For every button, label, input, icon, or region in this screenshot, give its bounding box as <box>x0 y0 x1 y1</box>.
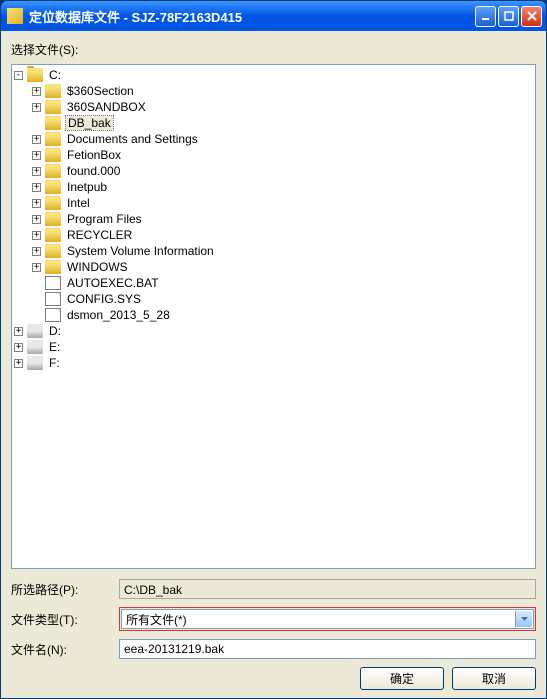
selected-path-display: C:\DB_bak <box>119 579 536 599</box>
tree-node-label: DB_bak <box>65 115 114 131</box>
tree-node-label: CONFIG.SYS <box>65 292 143 306</box>
tree-node[interactable]: + WINDOWS <box>32 259 533 275</box>
drive-icon <box>27 340 43 354</box>
file-icon <box>45 308 61 322</box>
expand-icon[interactable]: + <box>14 327 23 336</box>
tree-node[interactable]: + found.000 <box>32 163 533 179</box>
titlebar: 定位数据库文件 - SJZ-78F2163D415 <box>1 1 546 31</box>
folder-tree[interactable]: - C: +$360Section+360SANDBOX+DB_bak+Docu… <box>11 64 536 569</box>
tree-node-label: Inetpub <box>65 180 109 194</box>
tree-drive-e[interactable]: + E: <box>14 339 533 355</box>
expand-icon[interactable]: + <box>14 359 23 368</box>
dropdown-button[interactable] <box>515 611 532 627</box>
tree-node[interactable]: +CONFIG.SYS <box>32 291 533 307</box>
expand-icon[interactable]: + <box>32 183 41 192</box>
file-name-input[interactable] <box>119 639 536 659</box>
tree-node-label: WINDOWS <box>65 260 130 274</box>
select-file-label: 选择文件(S): <box>11 41 536 58</box>
close-button[interactable] <box>521 6 542 27</box>
tree-drive-c[interactable]: - C: <box>14 67 533 83</box>
tree-node[interactable]: + System Volume Information <box>32 243 533 259</box>
tree-node[interactable]: + RECYCLER <box>32 227 533 243</box>
tree-node-label: C: <box>47 68 63 82</box>
ok-button[interactable]: 确定 <box>360 667 444 690</box>
expand-icon[interactable]: + <box>32 135 41 144</box>
folder-icon <box>45 100 61 114</box>
tree-node-label: E: <box>47 340 62 354</box>
client-area: 选择文件(S): - C: +$360Section+360SANDBOX+DB… <box>1 31 546 698</box>
expand-icon[interactable]: + <box>14 343 23 352</box>
tree-node-label: found.000 <box>65 164 122 178</box>
tree-node-label: FetionBox <box>65 148 123 162</box>
tree-node-label: Intel <box>65 196 92 210</box>
file-icon <box>45 276 61 290</box>
tree-node[interactable]: + Intel <box>32 195 533 211</box>
tree-drive-d[interactable]: + D: <box>14 323 533 339</box>
expand-icon[interactable]: + <box>32 199 41 208</box>
cancel-button[interactable]: 取消 <box>452 667 536 690</box>
expand-icon[interactable]: + <box>32 263 41 272</box>
tree-node[interactable]: +dsmon_2013_5_28 <box>32 307 533 323</box>
tree-node[interactable]: + Inetpub <box>32 179 533 195</box>
chevron-down-icon <box>521 617 528 621</box>
tree-node-label: System Volume Information <box>65 244 216 258</box>
folder-icon <box>45 84 61 98</box>
file-type-value: 所有文件(*) <box>126 611 187 628</box>
folder-icon <box>45 196 61 210</box>
folder-icon <box>45 260 61 274</box>
tree-node-label: Documents and Settings <box>65 132 200 146</box>
titlebar-buttons <box>475 6 542 27</box>
window-title: 定位数据库文件 - SJZ-78F2163D415 <box>29 7 475 26</box>
app-icon <box>7 8 23 24</box>
expand-icon[interactable]: + <box>32 103 41 112</box>
tree-node-label: F: <box>47 356 62 370</box>
folder-icon <box>45 212 61 226</box>
tree-node-label: D: <box>47 324 63 338</box>
folder-icon <box>45 116 61 130</box>
tree-drive-f[interactable]: + F: <box>14 355 533 371</box>
drive-icon <box>27 324 43 338</box>
tree-node-label: $360Section <box>65 84 136 98</box>
tree-node[interactable]: + FetionBox <box>32 147 533 163</box>
expand-icon[interactable]: + <box>32 87 41 96</box>
dialog-window: 定位数据库文件 - SJZ-78F2163D415 选择文件(S): - C: … <box>0 0 547 699</box>
file-type-select[interactable]: 所有文件(*) <box>121 609 534 629</box>
selected-path-label: 所选路径(P): <box>11 581 119 598</box>
folder-icon <box>45 180 61 194</box>
expand-icon[interactable]: + <box>32 151 41 160</box>
tree-node[interactable]: +AUTOEXEC.BAT <box>32 275 533 291</box>
expand-icon[interactable]: + <box>32 167 41 176</box>
tree-node[interactable]: + Documents and Settings <box>32 131 533 147</box>
folder-icon <box>45 164 61 178</box>
file-type-label: 文件类型(T): <box>11 611 119 628</box>
minimize-button[interactable] <box>475 6 496 27</box>
tree-node-label: Program Files <box>65 212 144 226</box>
tree-node-label: AUTOEXEC.BAT <box>65 276 161 290</box>
maximize-button[interactable] <box>498 6 519 27</box>
form-area: 所选路径(P): C:\DB_bak 文件类型(T): 所有文件(*) 文件名(… <box>11 579 536 690</box>
folder-icon <box>45 148 61 162</box>
tree-node[interactable]: + Program Files <box>32 211 533 227</box>
file-icon <box>45 292 61 306</box>
expand-icon[interactable]: + <box>32 247 41 256</box>
tree-node-label: dsmon_2013_5_28 <box>65 308 172 322</box>
tree-node-label: RECYCLER <box>65 228 134 242</box>
folder-icon <box>45 228 61 242</box>
folder-icon <box>45 132 61 146</box>
collapse-icon[interactable]: - <box>14 71 23 80</box>
expand-icon[interactable]: + <box>32 215 41 224</box>
folder-icon <box>45 244 61 258</box>
drive-icon <box>27 356 43 370</box>
tree-node[interactable]: +360SANDBOX <box>32 99 533 115</box>
file-type-highlight: 所有文件(*) <box>119 607 536 631</box>
file-name-label: 文件名(N): <box>11 641 119 658</box>
expand-icon[interactable]: + <box>32 231 41 240</box>
tree-node[interactable]: + $360Section <box>32 83 533 99</box>
tree-node-label: 360SANDBOX <box>65 100 148 114</box>
tree-node[interactable]: +DB_bak <box>32 115 533 131</box>
folder-open-icon <box>27 68 43 82</box>
